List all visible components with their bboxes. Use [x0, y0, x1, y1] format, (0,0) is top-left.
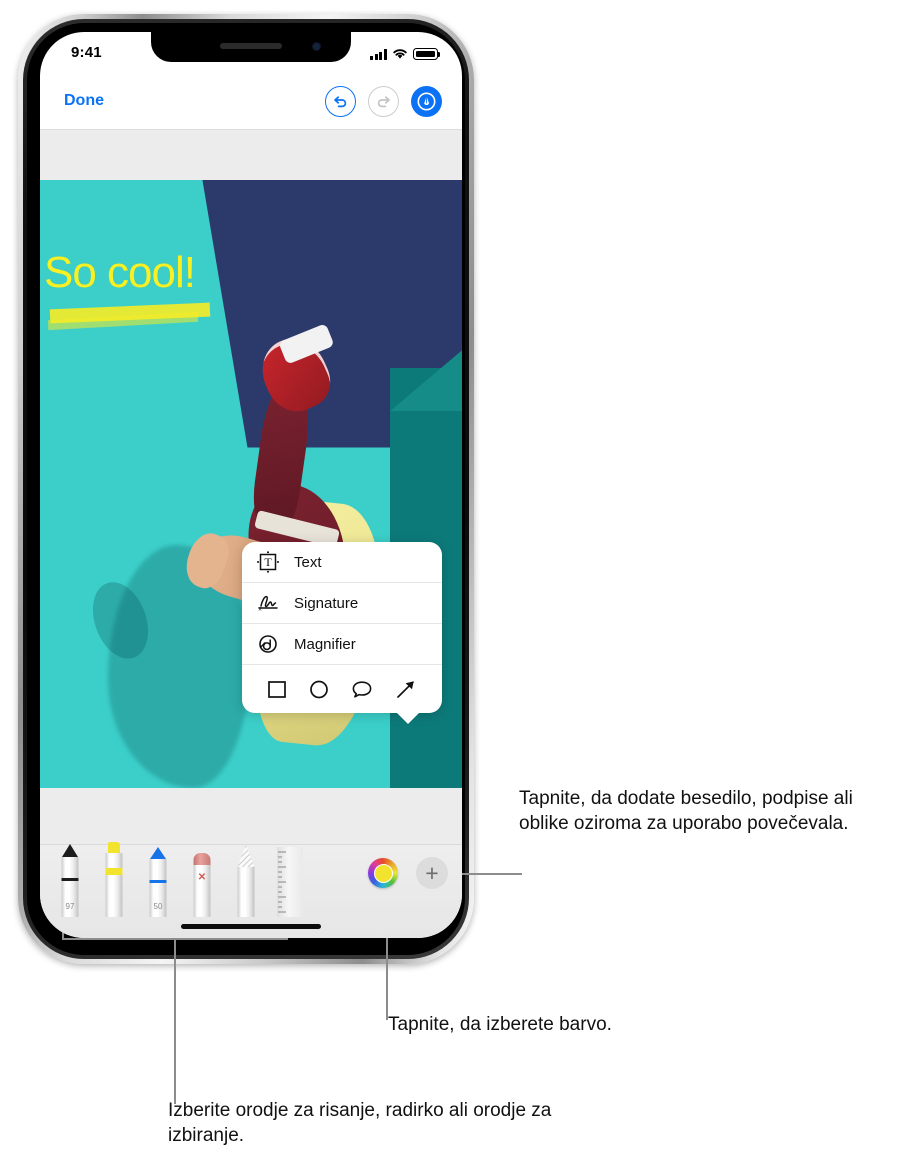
- photo-annotation-text[interactable]: So cool!: [44, 248, 196, 298]
- redo-icon: [377, 96, 390, 108]
- highlighter-tool[interactable]: [92, 842, 136, 917]
- pen-tip-icon: [62, 844, 78, 857]
- color-picker-selected-swatch: [373, 863, 393, 883]
- circle-shape-icon[interactable]: [308, 678, 330, 700]
- menu-item-signature[interactable]: x Signature: [242, 583, 442, 624]
- status-indicators: [370, 46, 441, 60]
- marker-ink-band: [149, 880, 167, 883]
- marker-tip-icon: [150, 847, 166, 859]
- toolbar-right-cluster: +: [368, 857, 448, 889]
- eraser-tool[interactable]: ✕: [180, 845, 224, 917]
- square-shape-icon[interactable]: [266, 678, 288, 700]
- front-camera-icon: [312, 42, 321, 51]
- iphone-device-frame: 9:41 Done So cool! T Text x Signature Ma…: [18, 14, 474, 964]
- eraser-x-icon: ✕: [197, 872, 207, 883]
- callout-tools-text: Izberite orodje za risanje, radirko ali …: [168, 1100, 552, 1147]
- menu-item-magnifier-label: Magnifier: [294, 635, 356, 653]
- menu-shape-row: [242, 665, 442, 713]
- highlighter-ink-band: [105, 868, 123, 875]
- ruler-tool[interactable]: [268, 845, 312, 917]
- markup-toolbar: 97 50 ✕ +: [40, 842, 462, 938]
- wifi-icon: [393, 49, 407, 59]
- lasso-tool[interactable]: [224, 845, 268, 917]
- markup-toggle-button[interactable]: [411, 86, 442, 117]
- markup-nav-bar: Done: [40, 76, 462, 130]
- nav-actions: [325, 86, 442, 117]
- menu-item-signature-label: Signature: [294, 594, 359, 612]
- markup-pen-icon: [417, 92, 436, 111]
- menu-item-magnifier[interactable]: Magnifier: [242, 624, 442, 665]
- callout-color-text: Tapnite, da izberete barvo.: [388, 1014, 612, 1035]
- menu-item-text-label: Text: [294, 553, 322, 571]
- color-picker-button[interactable]: [368, 858, 398, 888]
- popup-pointer-tail: [396, 712, 420, 724]
- notch: [151, 32, 351, 62]
- earpiece-speaker: [220, 43, 282, 49]
- leader-line-menu: [460, 873, 522, 875]
- battery-icon: [413, 48, 441, 60]
- screenshot-root: 9:41 Done So cool! T Text x Signature Ma…: [0, 0, 907, 1173]
- status-time: 9:41: [71, 44, 102, 61]
- text-box-icon: T: [257, 551, 279, 573]
- pen-tool[interactable]: 97: [48, 844, 92, 917]
- menu-item-text[interactable]: T Text: [242, 542, 442, 583]
- drawing-tools-strip: 97 50 ✕: [40, 842, 358, 917]
- add-markup-popup-menu: T Text x Signature Magnifier: [242, 542, 442, 724]
- signature-icon: x: [258, 595, 278, 613]
- marker-tool-number: 50: [153, 902, 163, 911]
- ruler-ticks-icon: [278, 851, 286, 913]
- ruler-body-icon: [277, 847, 303, 917]
- speech-bubble-shape-icon[interactable]: [350, 678, 374, 700]
- lasso-tip-shape: [237, 845, 255, 867]
- marker-tool[interactable]: 50: [136, 845, 180, 917]
- home-indicator[interactable]: [181, 924, 321, 929]
- undo-icon: [334, 96, 347, 108]
- add-tool-button[interactable]: +: [416, 857, 448, 889]
- arrow-shape-icon[interactable]: [394, 678, 418, 700]
- pen-tool-number: 97: [65, 902, 75, 911]
- done-button[interactable]: Done: [64, 92, 104, 110]
- content-gray-strip-top: [40, 130, 462, 180]
- magnifier-icon: [259, 635, 277, 653]
- svg-text:x: x: [259, 607, 262, 613]
- callout-menu-text: Tapnite, da dodate besedilo, podpise ali…: [519, 788, 853, 835]
- phone-screen: 9:41 Done So cool! T Text x Signature Ma…: [40, 32, 462, 938]
- cellular-signal-icon: [370, 49, 387, 60]
- redo-button: [368, 86, 399, 117]
- undo-button[interactable]: [325, 86, 356, 117]
- svg-text:T: T: [264, 555, 272, 569]
- leader-line-tools: [174, 938, 176, 1104]
- pen-ink-band: [61, 878, 79, 881]
- content-gray-strip-bottom: [40, 788, 462, 844]
